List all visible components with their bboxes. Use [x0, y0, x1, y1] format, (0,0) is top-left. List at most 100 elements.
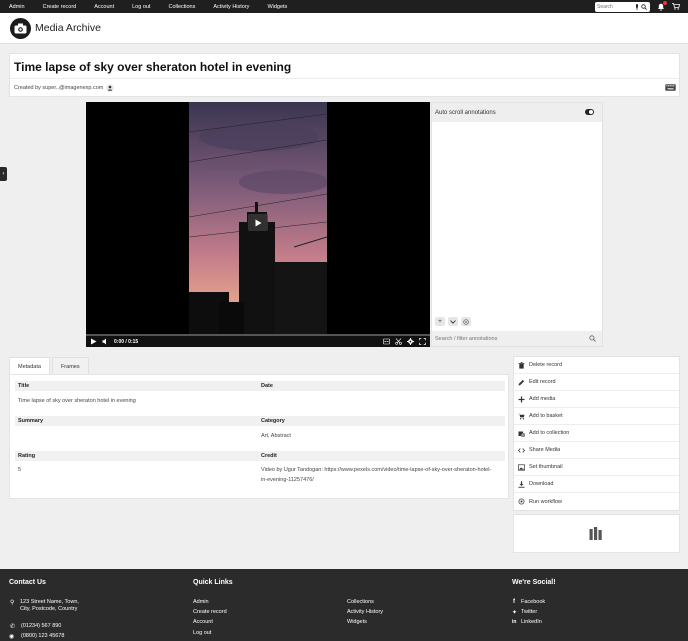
footer-link-account[interactable]: Account [193, 619, 213, 625]
metadata-row-rating-header: Rating Credit [15, 451, 505, 461]
top-nav-right [595, 0, 680, 12]
add-to-basket-button[interactable]: Add to basket [514, 408, 679, 425]
download-icon [518, 480, 525, 488]
nav-create-record[interactable]: Create record [43, 4, 77, 10]
top-search-box [595, 1, 650, 12]
cart-icon[interactable] [672, 3, 680, 10]
created-by-text: Created by super..@imagenexp.com [14, 85, 104, 91]
metadata-row-summary-header: Summary Category [15, 416, 505, 426]
expand-annotations-button[interactable] [448, 317, 458, 326]
app-logo[interactable] [10, 17, 31, 39]
add-media-label: Add media [529, 396, 556, 402]
search-icon[interactable] [589, 335, 596, 342]
address-line-1: 123 Street Name, Town, [20, 599, 79, 605]
edit-record-label: Edit record [529, 379, 556, 385]
annotation-search-input[interactable] [435, 335, 575, 342]
plus-icon [518, 396, 525, 402]
delete-record-label: Delete record [529, 362, 563, 368]
credit-value-line-2: in-evening-11257476/ [261, 477, 314, 483]
tab-frames[interactable]: Frames [51, 357, 89, 375]
nav-activity-history[interactable]: Activity History [213, 4, 249, 10]
footer-link-widgets[interactable]: Widgets [347, 619, 367, 625]
nav-account[interactable]: Account [94, 4, 114, 10]
video-time: 0:00 / 0:15 [114, 338, 139, 345]
settings-icon [463, 318, 469, 325]
auto-scroll-toggle[interactable] [585, 109, 594, 115]
download-button[interactable]: Download [514, 476, 679, 493]
edit-record-button[interactable]: Edit record [514, 374, 679, 391]
summary-label: Summary [18, 418, 44, 424]
notifications-button[interactable] [657, 0, 667, 11]
cart-icon [518, 413, 525, 419]
set-thumbnail-button[interactable]: Set thumbnail [514, 459, 679, 476]
title-value: Time lapse of sky over sheraton hotel in… [18, 398, 136, 404]
annotations-header: Auto scroll annotations [432, 103, 602, 122]
phone-icon: ✆ [10, 624, 16, 630]
footer-link-collections[interactable]: Collections [347, 599, 374, 605]
social-title: We're Social! [512, 579, 556, 586]
rating-value: 5 [18, 467, 22, 473]
record-actions-panel: Delete record Edit record Add media Add … [513, 356, 680, 511]
add-media-button[interactable]: Add media [514, 391, 679, 408]
footer-link-create-record[interactable]: Create record [193, 609, 227, 615]
plus-icon: + [438, 318, 442, 325]
footer-link-admin[interactable]: Admin [193, 599, 209, 605]
social-linkedin[interactable]: LinkedIn [521, 619, 542, 625]
collection-icon [518, 431, 525, 437]
social-twitter[interactable]: Twitter [521, 609, 537, 615]
video-controls: 0:00 / 0:15 [86, 336, 430, 347]
share-media-button[interactable]: Share Media [514, 442, 679, 459]
nav-collections[interactable]: Collections [168, 4, 195, 10]
nav-admin[interactable]: Admin [9, 4, 25, 10]
captions-icon[interactable] [383, 338, 390, 345]
date-label: Date [261, 383, 273, 389]
code-icon [518, 447, 525, 453]
delete-record-button[interactable]: Delete record [514, 357, 679, 374]
tab-metadata[interactable]: Metadata [9, 357, 50, 375]
credit-value-line-1: Video by Ugur Tandogan: https://www.pexe… [261, 467, 492, 473]
info-icon: ◉ [9, 634, 15, 640]
chevron-left-icon: ‹ [2, 171, 5, 177]
app-title: Media Archive [35, 22, 101, 34]
title-label: Title [18, 383, 30, 389]
nav-log-out[interactable]: Log out [132, 4, 150, 10]
annotation-options-button[interactable] [461, 317, 471, 326]
search-icon[interactable] [641, 3, 647, 10]
phone-2: (0800) 123 45678 [21, 633, 65, 639]
fullscreen-icon[interactable] [419, 338, 426, 345]
category-label: Category [261, 418, 285, 424]
add-to-collection-button[interactable]: Add to collection [514, 425, 679, 442]
gear-icon[interactable] [407, 338, 414, 345]
footer-link-activity-history[interactable]: Activity History [347, 609, 383, 615]
facebook-icon: f [513, 599, 515, 605]
contact-title: Contact Us [9, 579, 46, 586]
chevron-down-icon [450, 319, 456, 324]
run-workflow-label: Run workflow [529, 498, 563, 505]
play-overlay-button[interactable] [248, 214, 268, 231]
record-title-panel: Time lapse of sky over sheraton hotel in… [9, 53, 680, 97]
top-nav-bar: Admin Create record Account Log out Coll… [0, 0, 688, 13]
top-search-input[interactable] [597, 3, 635, 10]
camera-logo-icon [14, 23, 27, 33]
microphone-icon[interactable] [635, 3, 639, 10]
add-annotation-button[interactable]: + [435, 317, 445, 326]
image-icon [518, 463, 525, 471]
app-header: Media Archive [0, 13, 688, 44]
bar-chart-icon[interactable] [589, 527, 604, 540]
play-icon[interactable] [90, 338, 97, 345]
keyboard-icon[interactable] [665, 84, 676, 91]
annotation-tools: + [435, 317, 471, 326]
nav-widgets[interactable]: Widgets [267, 4, 287, 10]
run-workflow-button[interactable]: Run workflow [514, 493, 679, 510]
sidebar-toggle[interactable]: ‹ [0, 167, 7, 181]
quick-links-title: Quick Links [193, 579, 233, 586]
notification-badge [663, 0, 667, 5]
footer-link-log-out[interactable]: Log out [193, 630, 211, 636]
scissors-icon[interactable] [395, 338, 402, 345]
social-facebook[interactable]: Facebook [521, 599, 545, 605]
address-line-2: City, Postcode, Country [20, 606, 78, 612]
user-icon[interactable] [106, 84, 115, 92]
video-player[interactable]: 0:00 / 0:15 [86, 102, 430, 347]
volume-icon[interactable] [102, 338, 109, 345]
video-right-controls [383, 338, 426, 345]
